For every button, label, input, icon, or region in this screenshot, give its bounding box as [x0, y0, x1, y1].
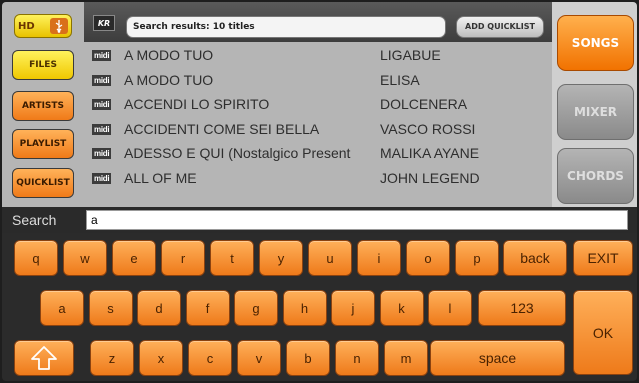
midi-badge: midi: [92, 99, 112, 110]
songs-tab[interactable]: SONGS: [557, 15, 634, 71]
song-title: ACCENDI LO SPIRITO: [124, 96, 270, 112]
mixer-tab[interactable]: MIXER: [557, 84, 634, 140]
key-n[interactable]: n: [335, 340, 379, 376]
key-e[interactable]: e: [112, 240, 156, 276]
song-artist: JOHN LEGEND: [380, 169, 480, 186]
search-label: Search: [12, 212, 57, 228]
key-a[interactable]: a: [40, 290, 84, 326]
quicklist-button[interactable]: QUICKLIST: [12, 168, 74, 198]
key-k[interactable]: k: [379, 290, 424, 326]
key-r[interactable]: r: [161, 240, 205, 276]
song-artist: MALIKA AYANE: [380, 145, 480, 161]
midi-badge: midi: [92, 172, 112, 184]
song-row[interactable]: midi ACCENDI LO SPIRITO DOLCENERA: [84, 93, 552, 118]
key-s[interactable]: s: [88, 290, 133, 326]
song-list: midi A MODO TUO LIGABUE midi A MODO TUO ELISA…: [84, 44, 552, 191]
mode-panel: SONGS MIXER CHORDS: [552, 2, 637, 207]
key-o[interactable]: o: [406, 240, 450, 276]
key-l[interactable]: l: [428, 290, 472, 326]
list-header: KR Search results: 10 titles ADD QUICKLI…: [84, 2, 552, 42]
key-m[interactable]: m: [384, 340, 428, 376]
back-key[interactable]: back: [503, 240, 567, 276]
key-z[interactable]: z: [90, 340, 134, 376]
song-title: ACCIDENTI COME SEI BELLA: [124, 120, 320, 137]
song-row[interactable]: midi A MODO TUO ELISA: [84, 69, 552, 94]
key-j[interactable]: j: [331, 290, 375, 326]
chords-tab[interactable]: CHORDS: [557, 148, 634, 204]
song-artist: DOLCENERA: [380, 96, 468, 112]
shift-key[interactable]: [14, 340, 74, 376]
key-d[interactable]: d: [137, 290, 181, 326]
song-list-panel: KR Search results: 10 titles ADD QUICKLI…: [84, 2, 552, 207]
hd-label: HD: [18, 20, 35, 32]
key-p[interactable]: p: [455, 240, 499, 276]
search-input[interactable]: a: [86, 210, 628, 230]
key-b[interactable]: b: [286, 340, 330, 376]
song-title: A MODO TUO: [124, 71, 214, 88]
shift-arrow-icon: [31, 346, 57, 370]
space-key[interactable]: space: [430, 340, 565, 376]
midi-badge: midi: [92, 123, 112, 135]
song-row[interactable]: midi ADESSO E QUI (Nostalgico Present MALI…: [84, 142, 552, 167]
left-panel: HD FILES ARTISTS PLAYLIST QUICKLIST: [2, 2, 84, 207]
ok-button[interactable]: OK: [573, 290, 633, 375]
key-i[interactable]: i: [357, 240, 401, 276]
song-row[interactable]: midi ALL OF ME JOHN LEGEND: [84, 167, 552, 192]
song-title: ADESSO E QUI (Nostalgico Present: [124, 145, 351, 161]
key-q[interactable]: q: [14, 240, 58, 276]
key-f[interactable]: f: [185, 290, 230, 326]
key-t[interactable]: t: [210, 240, 254, 276]
storage-selector[interactable]: HD: [14, 14, 72, 38]
song-title: ALL OF ME: [124, 169, 197, 186]
key-u[interactable]: u: [308, 240, 352, 276]
playlist-button[interactable]: PLAYLIST: [12, 129, 74, 159]
numbers-key[interactable]: 123: [478, 290, 566, 326]
artists-button[interactable]: ARTISTS: [12, 91, 74, 121]
exit-button[interactable]: EXIT: [573, 240, 633, 276]
song-artist: VASCO ROSSI: [380, 120, 476, 137]
song-row[interactable]: midi ACCIDENTI COME SEI BELLA VASCO ROSSI: [84, 118, 552, 143]
key-g[interactable]: g: [234, 290, 278, 326]
files-button[interactable]: FILES: [12, 50, 74, 80]
key-y[interactable]: y: [259, 240, 303, 276]
midi-badge: midi: [92, 74, 112, 86]
key-c[interactable]: c: [188, 340, 232, 376]
midi-badge: midi: [92, 148, 112, 159]
brand-logo-icon: KR: [93, 15, 115, 31]
song-artist: LIGABUE: [380, 47, 441, 63]
usb-icon: [50, 18, 68, 34]
song-row[interactable]: midi A MODO TUO LIGABUE: [84, 44, 552, 69]
add-quicklist-button[interactable]: ADD QUICKLIST: [456, 16, 544, 38]
search-results-field: Search results: 10 titles: [126, 16, 446, 38]
key-w[interactable]: w: [63, 240, 107, 276]
song-title: A MODO TUO: [124, 47, 214, 63]
key-v[interactable]: v: [237, 340, 281, 376]
key-x[interactable]: x: [139, 340, 183, 376]
midi-badge: midi: [92, 50, 112, 61]
app-window: HD FILES ARTISTS PLAYLIST QUICKLIST KR S…: [2, 2, 637, 381]
search-bar: Search a: [2, 207, 637, 233]
song-artist: ELISA: [380, 71, 420, 88]
key-h[interactable]: h: [282, 290, 327, 326]
